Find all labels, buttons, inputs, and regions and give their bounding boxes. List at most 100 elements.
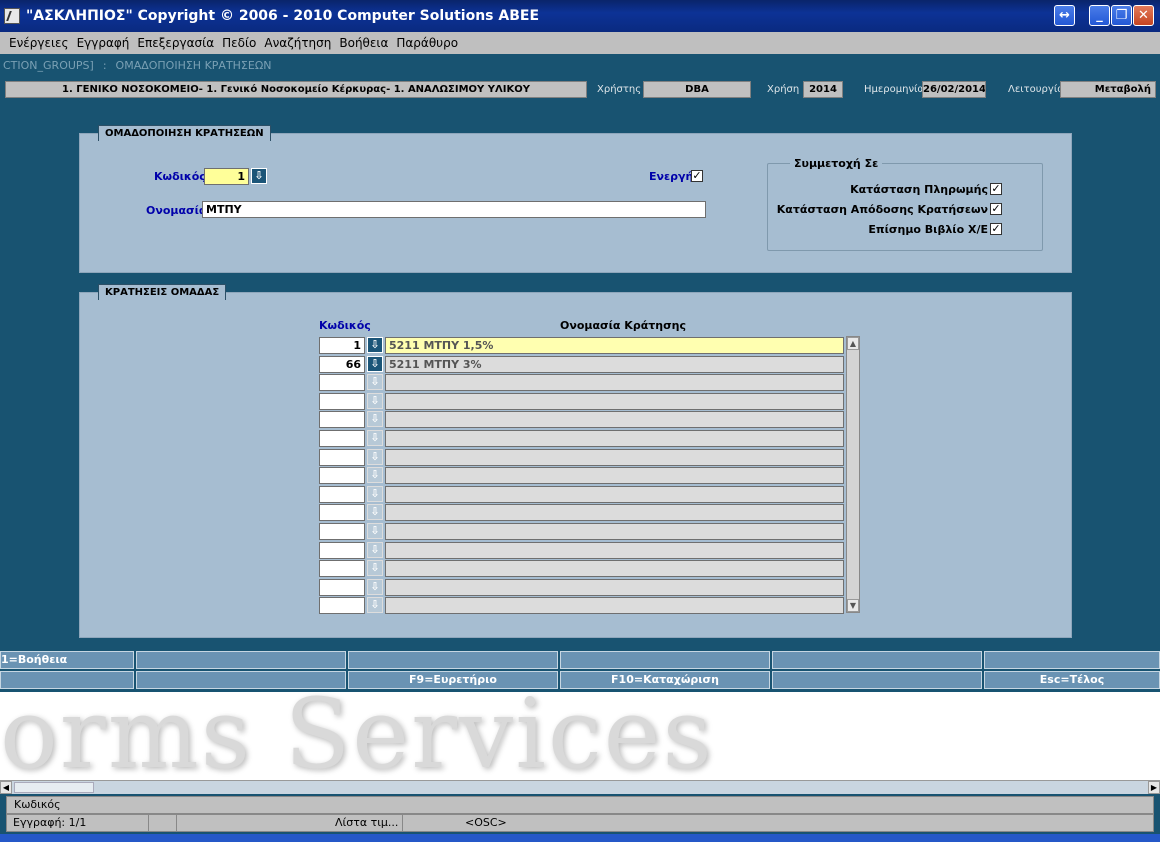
row-name-field [385,486,844,503]
row-code-input[interactable]: 66 [319,356,365,373]
menu-help[interactable]: Βοήθεια [339,36,388,50]
maximize-button[interactable]: ❐ [1111,5,1132,26]
row-lov-icon[interactable]: ⇩ [367,467,383,483]
row-name-field [385,374,844,391]
row-lov-icon[interactable]: ⇩ [367,579,383,595]
scroll-right-icon[interactable]: ▶ [1148,781,1160,794]
row-code-input[interactable] [319,393,365,410]
fkey-r2-2[interactable] [136,671,346,689]
organization-field: 1. ΓΕΝΙΚΟ ΝΟΣΟΚΟΜΕΙΟ- 1. Γενικό Νοσοκομε… [5,81,587,98]
official-book-checkbox[interactable]: ✓ [990,223,1002,235]
deduction-status-label: Κατάσταση Απόδοσης Κρατήσεων [776,203,988,216]
scroll-up-icon[interactable]: ▲ [847,337,859,350]
row-lov-icon[interactable]: ⇩ [367,449,383,465]
status-osc: <OSC> [465,816,507,829]
row-code-input[interactable] [319,486,365,503]
row-lov-icon[interactable]: ⇩ [367,486,383,502]
payment-status-label: Κατάσταση Πληρωμής [850,183,988,196]
fkey-lov[interactable]: F9=Ευρετήριο [348,671,558,689]
fkey-r1-2[interactable] [136,651,346,669]
menu-record[interactable]: Εγγραφή [77,36,130,50]
col-name-header: Ονομασία Κράτησης [560,319,687,332]
row-lov-icon[interactable]: ⇩ [367,356,383,372]
row-name-field [385,430,844,447]
code-label: Κωδικός [154,170,206,183]
fkey-r1-3[interactable] [348,651,558,669]
app-icon [4,8,20,24]
scroll-down-icon[interactable]: ▼ [847,599,859,612]
mode-field: Μεταβολή [1060,81,1156,98]
menu-search[interactable]: Αναζήτηση [264,36,331,50]
form-separator: : [102,58,107,72]
row-code-input[interactable] [319,523,365,540]
date-field: 26/02/2014 [922,81,986,98]
row-lov-icon[interactable]: ⇩ [367,374,383,390]
row-name-field [385,411,844,428]
fkey-r1-4[interactable] [560,651,770,669]
row-lov-icon[interactable]: ⇩ [367,560,383,576]
window-title: "ΑΣΚΛΗΠΙΟΣ" Copyright © 2006 - 2010 Comp… [26,8,540,24]
row-lov-icon[interactable]: ⇩ [367,393,383,409]
active-checkbox[interactable]: ✓ [691,170,703,182]
row-name-field [385,523,844,540]
row-code-input[interactable] [319,411,365,428]
official-book-label: Επίσημο Βιβλίο Χ/Ε [868,223,988,236]
code-lov-icon[interactable]: ⇩ [251,168,267,184]
row-code-input[interactable] [319,430,365,447]
code-input[interactable]: 1 [204,168,249,185]
payment-status-checkbox[interactable]: ✓ [990,183,1002,195]
user-label: Χρήστης [597,84,642,95]
year-field: 2014 [803,81,843,98]
header-panel-title: ΟΜΑΔΟΠΟΙΗΣΗ ΚΡΑΤΗΣΕΩΝ [98,125,271,141]
status-empty-1 [149,815,177,831]
user-field: DBA [643,81,751,98]
row-name-field [385,467,844,484]
deduction-status-checkbox[interactable]: ✓ [990,203,1002,215]
fkey-r2-5[interactable] [772,671,982,689]
row-lov-icon[interactable]: ⇩ [367,523,383,539]
row-code-input[interactable] [319,374,365,391]
row-lov-icon[interactable]: ⇩ [367,504,383,520]
row-name-field [385,579,844,596]
resize-icon[interactable]: ↔ [1054,5,1075,26]
row-lov-icon[interactable]: ⇩ [367,597,383,613]
table-scrollbar[interactable]: ▲ ▼ [846,336,860,613]
row-code-input[interactable] [319,597,365,614]
row-code-input[interactable] [319,449,365,466]
row-code-input[interactable]: 1 [319,337,365,354]
fkey-help[interactable]: 1=Βοήθεια [0,651,134,669]
row-code-input[interactable] [319,467,365,484]
menu-field[interactable]: Πεδίο [222,36,256,50]
scroll-left-icon[interactable]: ◀ [0,781,12,794]
menu-edit[interactable]: Επεξεργασία [137,36,214,50]
row-code-input[interactable] [319,560,365,577]
fkey-r1-6[interactable] [984,651,1160,669]
row-name-field [385,393,844,410]
row-code-input[interactable] [319,504,365,521]
horizontal-scrollbar[interactable]: ◀ ▶ [0,780,1160,794]
fkey-save[interactable]: F10=Καταχώριση [560,671,770,689]
row-name-field [385,504,844,521]
row-lov-icon[interactable]: ⇩ [367,430,383,446]
row-lov-icon[interactable]: ⇩ [367,542,383,558]
name-input[interactable]: ΜΤΠΥ [202,201,706,218]
menu-actions[interactable]: Ενέργειες [9,36,69,50]
mode-label: Λειτουργία [1008,84,1064,95]
menu-window[interactable]: Παράθυρο [396,36,458,50]
form-title-bar: CTION_GROUPS] : ΟΜΑΔΟΠΟΙΗΣΗ ΚΡΑΤΗΣΕΩΝ [0,54,1160,76]
scroll-thumb[interactable] [14,782,94,793]
row-code-input[interactable] [319,579,365,596]
form-name: ΟΜΑΔΟΠΟΙΗΣΗ ΚΡΑΤΗΣΕΩΝ [115,58,272,72]
taskbar [0,834,1160,842]
row-code-input[interactable] [319,542,365,559]
row-lov-icon[interactable]: ⇩ [367,411,383,427]
fkey-r1-5[interactable] [772,651,982,669]
row-lov-icon[interactable]: ⇩ [367,337,383,353]
col-code-header: Κωδικός [319,319,371,332]
minimize-button[interactable]: _ [1089,5,1110,26]
close-button[interactable]: ✕ [1133,5,1154,26]
detail-panel-title: ΚΡΑΤΗΣΕΙΣ ΟΜΑΔΑΣ [98,284,227,300]
fkey-exit[interactable]: Esc=Τέλος [984,671,1160,689]
fkey-r2-1[interactable] [0,671,134,689]
row-name-field [385,542,844,559]
